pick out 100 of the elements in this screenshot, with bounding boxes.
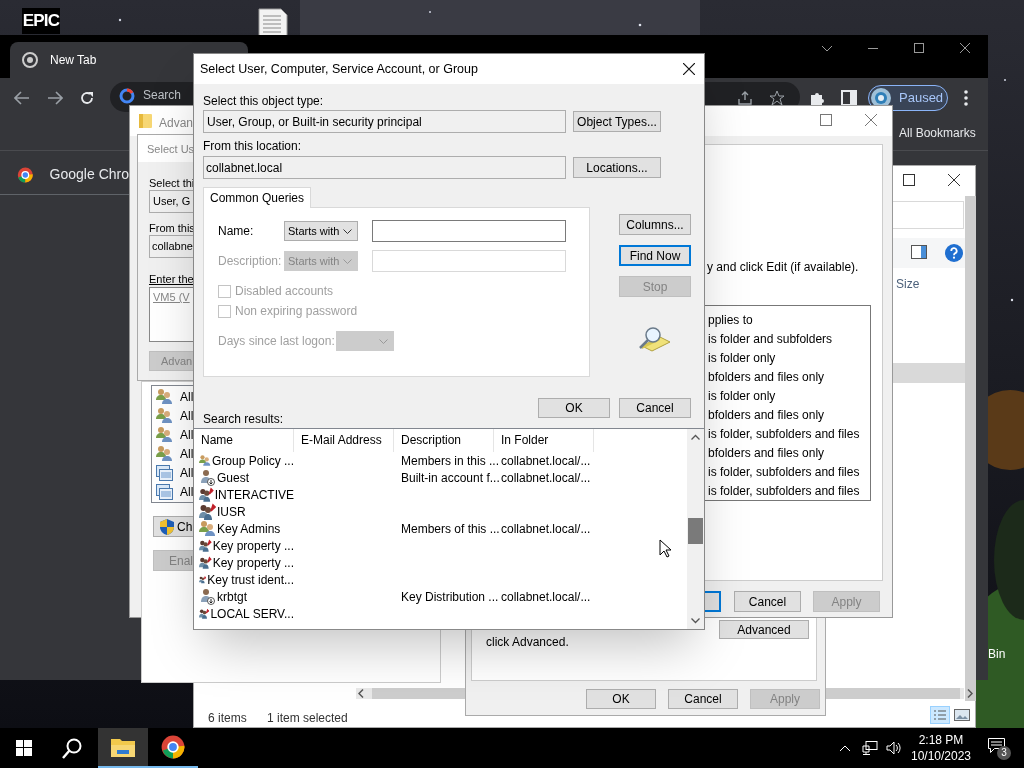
column-header[interactable]: E-Mail Address (294, 429, 394, 452)
table-cell-text: bfolders and files only (708, 407, 826, 424)
notifications-button[interactable]: 3 (988, 736, 1010, 760)
dialog-button[interactable]: Find Now (619, 245, 691, 266)
windows-icon[interactable] (16, 740, 32, 756)
table-cell-text: is folder, subfolders and files (708, 464, 861, 481)
table-cell-text: Key Admins (217, 520, 281, 538)
google-icon (119, 88, 135, 104)
list-item[interactable]: All (180, 482, 194, 501)
puzzle-icon[interactable] (809, 90, 825, 106)
taskbar-app[interactable] (98, 728, 148, 768)
maximize-icon[interactable] (914, 43, 924, 53)
operator-dropdown[interactable]: Starts with (284, 221, 358, 241)
table-cell-text: bfolders and files only (708, 369, 826, 386)
group-icon (156, 426, 173, 443)
checkbox-label: Non expiring password (235, 303, 358, 320)
status-text: 1 item selected (267, 710, 348, 727)
list-item[interactable]: All (180, 387, 194, 406)
document-icon[interactable] (257, 8, 289, 36)
list-item[interactable]: All (180, 444, 194, 463)
dialog-button[interactable]: OK (586, 689, 656, 709)
list-item[interactable]: All (180, 425, 194, 444)
user-icon (199, 469, 216, 486)
table-cell-text: Guest (217, 469, 249, 487)
text-field[interactable] (372, 220, 566, 242)
star-icon[interactable] (769, 90, 785, 106)
volume-icon[interactable] (886, 741, 902, 755)
close-icon[interactable] (683, 63, 695, 75)
help-icon[interactable] (945, 244, 963, 262)
preview-pane-icon[interactable] (911, 245, 927, 259)
table-cell-text: Key trust ident... (207, 571, 294, 589)
group-icon (156, 445, 173, 462)
table-cell-text: LOCAL SERV... (210, 605, 294, 623)
user-icon (199, 588, 216, 605)
table-cell-text: IUSR (217, 503, 246, 521)
users-arrow-icon (199, 537, 212, 554)
cancel-button[interactable]: Cancel (619, 398, 691, 418)
chrome-icon (161, 735, 185, 759)
scrollbar[interactable] (965, 196, 976, 701)
search-icon[interactable] (62, 737, 82, 759)
table-cell-text: Group Policy ... (211, 452, 294, 470)
dialog-button[interactable]: Columns... (619, 214, 691, 235)
back-icon[interactable] (14, 91, 30, 105)
checkbox-label: Disabled accounts (235, 283, 334, 300)
menu-icon[interactable] (964, 90, 968, 106)
table-cell-text: is folder, subfolders and files (708, 483, 861, 500)
scrollbar[interactable] (687, 429, 704, 629)
note-text: click Advanced. (486, 634, 569, 651)
chevron-down-icon[interactable] (691, 618, 700, 624)
close-icon[interactable] (948, 174, 960, 186)
table-cell: Key Distribution ... (401, 589, 499, 604)
field-label: From this location: (203, 139, 303, 153)
table-cell-text: is folder only (708, 350, 777, 367)
close-icon[interactable] (960, 43, 970, 53)
advanced-button[interactable]: Advanced (719, 620, 809, 639)
share-icon[interactable] (737, 90, 753, 106)
profile-button[interactable]: Paused (868, 85, 948, 111)
table-cell: collabnet.local/... (501, 521, 591, 536)
group-icon (156, 388, 173, 405)
desktop-icon-label[interactable]: Bin (988, 645, 1006, 663)
chevron-left-icon[interactable] (358, 689, 364, 698)
chevron-down-icon[interactable] (821, 45, 833, 52)
table-cell-text: is folder and subfolders (708, 331, 834, 348)
list-item[interactable]: All (180, 463, 194, 482)
network-icon[interactable] (862, 741, 878, 755)
table-cell: Built-in account f... (401, 470, 500, 485)
folder-icon (139, 114, 152, 128)
table-cell-text: Key property ... (212, 537, 294, 555)
shield-icon (160, 518, 174, 535)
list-item[interactable]: All (180, 406, 194, 425)
tab[interactable]: Common Queries (203, 187, 312, 208)
notification-badge: 3 (997, 746, 1011, 760)
object-types-button[interactable]: Object Types... (573, 111, 661, 132)
forward-icon[interactable] (47, 91, 63, 105)
users-arrow-icon (199, 486, 214, 503)
thumbnail-view-icon[interactable] (954, 709, 970, 721)
field-label: Enter the (149, 272, 194, 287)
table-cell: Members in this ... (401, 453, 500, 468)
maximize-icon[interactable] (903, 174, 915, 186)
scrollbar-thumb[interactable] (688, 518, 703, 544)
field-label: Search results: (203, 412, 284, 426)
clock[interactable]: 2:18 PM 10/10/2023 (911, 732, 971, 764)
users-arrow-icon (199, 503, 216, 520)
table-cell-text: INTERACTIVE (214, 486, 294, 504)
instruction-text: y and click Edit (if available). (707, 259, 859, 276)
minimize-icon[interactable] (868, 48, 878, 50)
dialog-button[interactable]: Cancel (734, 591, 801, 612)
locations-button[interactable]: Locations... (573, 157, 661, 178)
chevron-up-icon[interactable] (691, 434, 700, 440)
bookmark-folder[interactable]: All Bookmarks (899, 124, 976, 142)
app-logo[interactable]: EPIC (22, 8, 60, 34)
ok-button[interactable]: OK (538, 398, 610, 418)
side-panel-icon[interactable] (841, 90, 857, 106)
column-header[interactable]: Description (394, 429, 494, 452)
dialog-button[interactable]: Cancel (668, 689, 738, 709)
chevron-right-icon[interactable] (967, 689, 973, 698)
reload-icon[interactable] (79, 90, 95, 106)
column-header[interactable]: Name (194, 429, 294, 452)
column-header[interactable]: Size (896, 275, 920, 293)
column-header[interactable]: In Folder (494, 429, 594, 452)
